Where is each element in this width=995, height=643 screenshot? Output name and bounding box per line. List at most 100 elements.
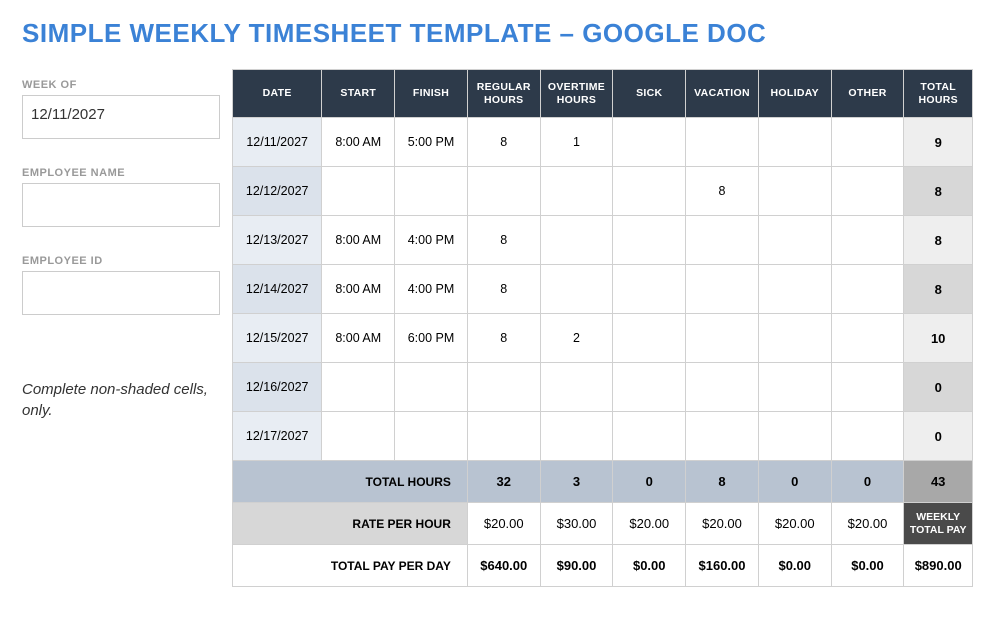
cell-holiday[interactable] xyxy=(758,363,831,412)
cell-total: 8 xyxy=(904,167,973,216)
cell-holiday[interactable] xyxy=(758,412,831,461)
pay-holiday: $0.00 xyxy=(758,545,831,587)
cell-overtime[interactable] xyxy=(540,167,613,216)
cell-vacation[interactable] xyxy=(686,314,759,363)
rate-overtime[interactable]: $30.00 xyxy=(540,503,613,545)
employee-name-input[interactable] xyxy=(22,183,220,227)
table-row: 12/13/20278:00 AM4:00 PM88 xyxy=(233,216,973,265)
total-vacation: 8 xyxy=(686,461,759,503)
cell-start[interactable]: 8:00 AM xyxy=(322,265,395,314)
cell-overtime[interactable] xyxy=(540,363,613,412)
cell-sick[interactable] xyxy=(613,167,686,216)
cell-other[interactable] xyxy=(831,314,904,363)
cell-vacation[interactable]: 8 xyxy=(686,167,759,216)
cell-regular[interactable]: 8 xyxy=(467,265,540,314)
rate-vacation[interactable]: $20.00 xyxy=(686,503,759,545)
header-overtime: OVERTIME HOURS xyxy=(540,70,613,118)
table-row: 12/11/20278:00 AM5:00 PM819 xyxy=(233,118,973,167)
cell-holiday[interactable] xyxy=(758,314,831,363)
cell-start[interactable]: 8:00 AM xyxy=(322,118,395,167)
cell-start[interactable]: 8:00 AM xyxy=(322,216,395,265)
rate-holiday[interactable]: $20.00 xyxy=(758,503,831,545)
cell-start[interactable]: 8:00 AM xyxy=(322,314,395,363)
cell-total: 8 xyxy=(904,265,973,314)
total-grand: 43 xyxy=(904,461,973,503)
cell-sick[interactable] xyxy=(613,412,686,461)
total-hours-label: TOTAL HOURS xyxy=(233,461,468,503)
employee-id-label: EMPLOYEE ID xyxy=(22,255,220,267)
cell-other[interactable] xyxy=(831,118,904,167)
cell-date[interactable]: 12/15/2027 xyxy=(233,314,322,363)
cell-start[interactable] xyxy=(322,412,395,461)
cell-finish[interactable] xyxy=(395,412,468,461)
cell-regular[interactable] xyxy=(467,363,540,412)
total-regular: 32 xyxy=(467,461,540,503)
cell-start[interactable] xyxy=(322,363,395,412)
employee-id-input[interactable] xyxy=(22,271,220,315)
cell-other[interactable] xyxy=(831,216,904,265)
cell-overtime[interactable] xyxy=(540,216,613,265)
cell-overtime[interactable]: 1 xyxy=(540,118,613,167)
cell-vacation[interactable] xyxy=(686,118,759,167)
cell-date[interactable]: 12/13/2027 xyxy=(233,216,322,265)
cell-holiday[interactable] xyxy=(758,118,831,167)
cell-start[interactable] xyxy=(322,167,395,216)
cell-vacation[interactable] xyxy=(686,216,759,265)
cell-date[interactable]: 12/16/2027 xyxy=(233,363,322,412)
cell-finish[interactable] xyxy=(395,167,468,216)
cell-regular[interactable] xyxy=(467,167,540,216)
page-title: SIMPLE WEEKLY TIMESHEET TEMPLATE – GOOGL… xyxy=(22,18,973,49)
cell-other[interactable] xyxy=(831,167,904,216)
table-row: 12/17/20270 xyxy=(233,412,973,461)
weekly-total-pay-label: WEEKLY TOTAL PAY xyxy=(904,503,973,545)
week-of-input[interactable]: 12/11/2027 xyxy=(22,95,220,139)
cell-finish[interactable]: 4:00 PM xyxy=(395,216,468,265)
cell-regular[interactable]: 8 xyxy=(467,216,540,265)
cell-vacation[interactable] xyxy=(686,412,759,461)
cell-overtime[interactable]: 2 xyxy=(540,314,613,363)
rate-regular[interactable]: $20.00 xyxy=(467,503,540,545)
header-other: OTHER xyxy=(831,70,904,118)
cell-finish[interactable] xyxy=(395,363,468,412)
pay-regular: $640.00 xyxy=(467,545,540,587)
cell-finish[interactable]: 6:00 PM xyxy=(395,314,468,363)
cell-date[interactable]: 12/11/2027 xyxy=(233,118,322,167)
rate-other[interactable]: $20.00 xyxy=(831,503,904,545)
total-overtime: 3 xyxy=(540,461,613,503)
cell-sick[interactable] xyxy=(613,118,686,167)
cell-holiday[interactable] xyxy=(758,167,831,216)
cell-vacation[interactable] xyxy=(686,363,759,412)
cell-vacation[interactable] xyxy=(686,265,759,314)
cell-date[interactable]: 12/14/2027 xyxy=(233,265,322,314)
table-header-row: DATE START FINISH REGULAR HOURS OVERTIME… xyxy=(233,70,973,118)
cell-overtime[interactable] xyxy=(540,265,613,314)
table-row: 12/14/20278:00 AM4:00 PM88 xyxy=(233,265,973,314)
cell-finish[interactable]: 4:00 PM xyxy=(395,265,468,314)
cell-other[interactable] xyxy=(831,363,904,412)
header-vacation: VACATION xyxy=(686,70,759,118)
header-regular: REGULAR HOURS xyxy=(467,70,540,118)
rate-sick[interactable]: $20.00 xyxy=(613,503,686,545)
cell-overtime[interactable] xyxy=(540,412,613,461)
cell-sick[interactable] xyxy=(613,216,686,265)
cell-holiday[interactable] xyxy=(758,216,831,265)
cell-date[interactable]: 12/17/2027 xyxy=(233,412,322,461)
cell-sick[interactable] xyxy=(613,363,686,412)
cell-finish[interactable]: 5:00 PM xyxy=(395,118,468,167)
cell-other[interactable] xyxy=(831,412,904,461)
pay-sick: $0.00 xyxy=(613,545,686,587)
cell-date[interactable]: 12/12/2027 xyxy=(233,167,322,216)
total-holiday: 0 xyxy=(758,461,831,503)
cell-regular[interactable]: 8 xyxy=(467,118,540,167)
timesheet-table-wrap: DATE START FINISH REGULAR HOURS OVERTIME… xyxy=(232,69,973,587)
cell-regular[interactable] xyxy=(467,412,540,461)
cell-regular[interactable]: 8 xyxy=(467,314,540,363)
cell-holiday[interactable] xyxy=(758,265,831,314)
cell-sick[interactable] xyxy=(613,265,686,314)
cell-total: 8 xyxy=(904,216,973,265)
timesheet-table: DATE START FINISH REGULAR HOURS OVERTIME… xyxy=(232,69,973,587)
table-row: 12/12/2027 8 8 xyxy=(233,167,973,216)
cell-sick[interactable] xyxy=(613,314,686,363)
cell-other[interactable] xyxy=(831,265,904,314)
header-total: TOTAL HOURS xyxy=(904,70,973,118)
